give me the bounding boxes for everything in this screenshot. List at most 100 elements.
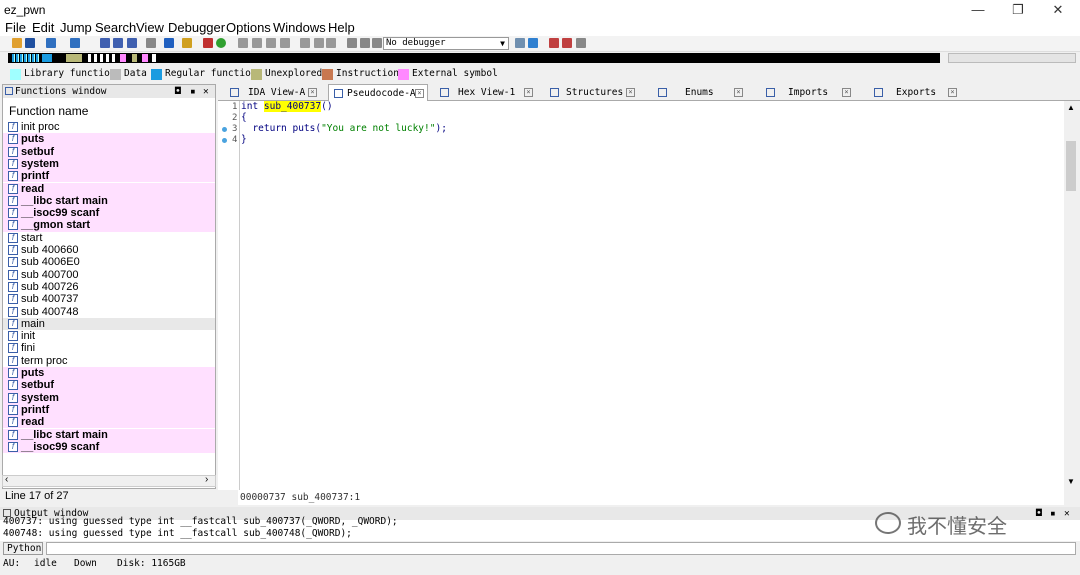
- tab-imports[interactable]: Imports ×: [758, 84, 862, 101]
- function-name-highlight[interactable]: sub_400737: [263, 101, 322, 112]
- tab-structures[interactable]: Structures ×: [542, 84, 646, 101]
- function-list-item[interactable]: f puts: [3, 133, 215, 146]
- tab-close-icon[interactable]: ×: [524, 88, 533, 97]
- proximity-icon[interactable]: [252, 38, 262, 48]
- breakpoint-marker-icon[interactable]: [222, 127, 227, 132]
- tab-ida-view-a[interactable]: IDA View-A ×: [222, 84, 326, 101]
- tab-close-icon[interactable]: ×: [734, 88, 743, 97]
- navigation-band-scroll[interactable]: [948, 53, 1076, 63]
- trace-icon[interactable]: [314, 38, 324, 48]
- menu-windows[interactable]: Windows: [273, 20, 326, 35]
- scroll-up-icon[interactable]: ▲: [1067, 103, 1075, 112]
- function-list-item[interactable]: f fini: [3, 342, 215, 354]
- stop-icon[interactable]: [203, 38, 213, 48]
- play-icon[interactable]: [347, 38, 357, 48]
- menu-debugger[interactable]: Debugger: [168, 20, 225, 35]
- function-list-item[interactable]: f read: [3, 182, 215, 195]
- download-icon[interactable]: [164, 38, 174, 48]
- close-icon[interactable]: ✕: [203, 85, 209, 98]
- flag-icon[interactable]: [549, 38, 559, 48]
- hex-icon[interactable]: [113, 38, 123, 48]
- debug-options-icon[interactable]: [515, 38, 525, 48]
- code-line-2[interactable]: {: [241, 112, 247, 123]
- close-button[interactable]: ✕: [1040, 0, 1076, 20]
- open-icon[interactable]: [12, 38, 22, 48]
- tab-hex-view-1[interactable]: Hex View-1 ×: [432, 84, 536, 101]
- function-list-item[interactable]: f sub 400748: [3, 306, 215, 318]
- menu-file[interactable]: File: [5, 20, 26, 35]
- function-list-item[interactable]: f printf: [3, 403, 215, 417]
- back-icon[interactable]: [46, 38, 56, 48]
- tab-close-icon[interactable]: ×: [626, 88, 635, 97]
- code-line-1[interactable]: int sub_400737(): [241, 101, 333, 112]
- cross-icon[interactable]: [326, 38, 336, 48]
- function-list-item[interactable]: f system: [3, 157, 215, 171]
- xref-icon[interactable]: [266, 38, 276, 48]
- function-list-item[interactable]: f __libc start main: [3, 428, 215, 441]
- tab-close-icon[interactable]: ×: [308, 88, 317, 97]
- maximize-button[interactable]: ❐: [1000, 0, 1036, 20]
- pseudocode-view[interactable]: 1 2 3 4 int sub_400737() { return puts("…: [218, 101, 1064, 490]
- tab-close-icon[interactable]: ×: [842, 88, 851, 97]
- function-name-column-header[interactable]: Function name: [9, 104, 88, 118]
- function-list-item[interactable]: f __isoc99 scanf: [3, 207, 215, 220]
- attach-icon[interactable]: [528, 38, 538, 48]
- menu-search[interactable]: Search: [95, 20, 136, 35]
- scroll-right-icon[interactable]: ›: [205, 474, 208, 485]
- function-list-item[interactable]: f init: [3, 330, 215, 342]
- code-line-4[interactable]: }: [241, 134, 247, 145]
- tab-enums[interactable]: Enums ×: [650, 84, 754, 101]
- tab-close-icon[interactable]: ×: [415, 89, 424, 98]
- menu-help[interactable]: Help: [328, 20, 355, 35]
- function-list-item[interactable]: f printf: [3, 170, 215, 183]
- function-list-item[interactable]: f sub 400737: [3, 293, 215, 305]
- function-list-item[interactable]: f sub 400700: [3, 269, 215, 281]
- scroll-down-icon[interactable]: ▼: [1067, 477, 1075, 486]
- function-list-item[interactable]: f term proc: [3, 355, 215, 367]
- close-icon[interactable]: ✕: [1064, 507, 1070, 520]
- breakpoint-icon[interactable]: [562, 38, 572, 48]
- forward-icon[interactable]: [70, 38, 80, 48]
- edit-icon[interactable]: [182, 38, 192, 48]
- function-list-item[interactable]: f __libc start main: [3, 194, 215, 208]
- command-input[interactable]: [46, 542, 1076, 555]
- menu-options[interactable]: Options: [226, 20, 271, 35]
- step-icon[interactable]: [300, 38, 310, 48]
- function-list-item[interactable]: f puts: [3, 367, 215, 380]
- graph-icon[interactable]: [238, 38, 248, 48]
- function-list-item[interactable]: f init proc: [3, 121, 215, 133]
- pseudocode-vertical-scrollbar[interactable]: ▲ ▼: [1064, 101, 1078, 490]
- function-list-item[interactable]: f sub 4006E0: [3, 256, 215, 268]
- function-list-item[interactable]: f sub 400726: [3, 281, 215, 293]
- text-icon[interactable]: [127, 38, 137, 48]
- go-icon[interactable]: [216, 38, 226, 48]
- breakpoint-marker-icon[interactable]: [222, 138, 227, 143]
- function-list-item[interactable]: f read: [3, 416, 215, 429]
- function-list-item[interactable]: f __isoc99 scanf: [3, 440, 215, 454]
- function-list-item[interactable]: f setbuf: [3, 145, 215, 158]
- function-list-item[interactable]: f sub 400660: [3, 244, 215, 256]
- restore-icon[interactable]: ◘: [175, 85, 181, 98]
- scroll-thumb[interactable]: [1066, 141, 1076, 191]
- function-list-item[interactable]: f start: [3, 232, 215, 244]
- function-list-item[interactable]: f __gmon start: [3, 219, 215, 232]
- function-list-item[interactable]: f main: [3, 317, 215, 331]
- save-icon[interactable]: [25, 38, 35, 48]
- navigation-band[interactable]: [8, 53, 940, 63]
- function-list-item[interactable]: f setbuf: [3, 379, 215, 392]
- debugger-select[interactable]: No debugger ▼: [383, 37, 509, 50]
- scroll-left-icon[interactable]: ‹: [5, 474, 8, 485]
- pause-icon[interactable]: [360, 38, 370, 48]
- trace-options-icon[interactable]: [576, 38, 586, 48]
- stop-debug-icon[interactable]: [372, 38, 382, 48]
- pin-icon[interactable]: [280, 38, 290, 48]
- minimize-button[interactable]: —: [960, 0, 996, 20]
- float-icon[interactable]: ▪: [190, 85, 196, 98]
- tab-pseudocode-a[interactable]: Pseudocode-A ×: [328, 84, 428, 101]
- function-list-item[interactable]: f system: [3, 391, 215, 404]
- menu-edit[interactable]: Edit: [32, 20, 54, 35]
- code-line-3[interactable]: return puts("You are not lucky!");: [241, 123, 446, 134]
- tab-exports[interactable]: Exports ×: [866, 84, 970, 101]
- menu-view[interactable]: View: [136, 20, 164, 35]
- search-icon[interactable]: [146, 38, 156, 48]
